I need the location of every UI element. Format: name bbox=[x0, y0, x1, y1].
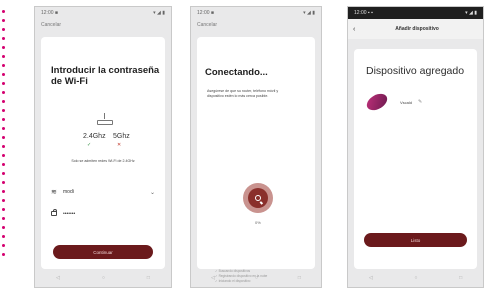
wifi-icon: ≋ bbox=[51, 189, 57, 196]
device-row[interactable]: Vscald ✎ bbox=[363, 90, 422, 114]
recents-nav-icon[interactable]: □ bbox=[298, 275, 301, 281]
home-nav-icon[interactable]: ○ bbox=[255, 275, 258, 281]
cancel-link[interactable]: Cancelar bbox=[191, 19, 321, 33]
back-nav-icon[interactable]: ◁ bbox=[369, 275, 373, 281]
back-arrow-icon[interactable]: ‹ bbox=[353, 26, 369, 33]
continue-button[interactable]: Continuar bbox=[53, 245, 153, 259]
decorative-dots bbox=[2, 10, 6, 280]
system-navbar: ◁ ○ □ bbox=[348, 273, 483, 283]
recents-nav-icon[interactable]: □ bbox=[147, 275, 150, 281]
content-card: Introducir la contraseña de Wi-Fi 2.4Ghz… bbox=[41, 37, 165, 269]
phone-screen-wifi-password: 12:00 ■ ▾ ◢ ▮ Cancelar Introducir la con… bbox=[34, 6, 172, 288]
status-icons: ▾ ◢ ▮ bbox=[303, 10, 315, 16]
band-5ghz-label: 5Ghz bbox=[113, 133, 130, 140]
page-title: Dispositivo agregado bbox=[366, 65, 465, 77]
page-title: Conectando... bbox=[205, 67, 268, 78]
device-name: Vscald bbox=[400, 99, 413, 105]
router-icon bbox=[97, 113, 113, 125]
chevron-down-icon: ⌄ bbox=[149, 189, 155, 196]
proximity-note: Asegúrese de que su router, teléfono móv… bbox=[207, 89, 279, 98]
cross-icon: ✕ bbox=[117, 142, 122, 148]
search-icon bbox=[255, 195, 261, 201]
check-icon: ✓ bbox=[87, 142, 92, 148]
system-navbar: ◁ ○ □ bbox=[35, 273, 171, 283]
home-nav-icon[interactable]: ○ bbox=[102, 275, 105, 281]
app-bar: ‹ Añadir dispositivo bbox=[348, 19, 483, 39]
system-navbar: ◁ ○ □ bbox=[191, 273, 321, 283]
back-nav-icon[interactable]: ◁ bbox=[211, 275, 215, 281]
edit-icon[interactable]: ✎ bbox=[418, 99, 422, 105]
cancel-link[interactable]: Cancelar bbox=[35, 19, 171, 33]
status-icons: ▾ ◢ ▮ bbox=[153, 10, 165, 16]
recents-nav-icon[interactable]: □ bbox=[459, 275, 462, 281]
password-value: ••••••• bbox=[63, 211, 76, 217]
band-24ghz: 2.4Ghz ✓ bbox=[83, 133, 106, 148]
wifi-network-select[interactable]: ≋ modi ⌄ bbox=[51, 185, 155, 199]
wifi-network-value: modi bbox=[63, 189, 74, 195]
progress-percent: 0% bbox=[255, 220, 261, 225]
status-bar: 12:00 ▪ ▪ ▾ ◢ ▮ bbox=[348, 7, 483, 19]
status-bar: 12:00 ■ ▾ ◢ ▮ bbox=[191, 7, 321, 19]
appbar-title: Añadir dispositivo bbox=[395, 26, 439, 32]
done-button[interactable]: Listo bbox=[364, 233, 467, 247]
home-nav-icon[interactable]: ○ bbox=[414, 275, 417, 281]
content-card: Conectando... Asegúrese de que su router… bbox=[197, 37, 315, 283]
page-title: Introducir la contraseña de Wi-Fi bbox=[51, 65, 160, 87]
status-time: 12:00 ▪ ▪ bbox=[354, 10, 373, 16]
wifi-support-note[interactable]: Solo se admiten redes Wi-Fi de 2.4GHz bbox=[55, 159, 151, 163]
band-24ghz-label: 2.4Ghz bbox=[83, 133, 106, 140]
band-5ghz: 5Ghz ✕ bbox=[113, 133, 130, 148]
phone-screen-device-added: 12:00 ▪ ▪ ▾ ◢ ▮ ‹ Añadir dispositivo Dis… bbox=[347, 6, 484, 288]
password-field[interactable]: ••••••• bbox=[51, 207, 155, 221]
lock-icon bbox=[51, 208, 63, 218]
back-nav-icon[interactable]: ◁ bbox=[56, 275, 60, 281]
searching-indicator bbox=[243, 183, 273, 213]
status-time: 12:00 ■ bbox=[197, 10, 214, 16]
device-icon bbox=[363, 90, 391, 114]
status-time: 12:00 ■ bbox=[41, 10, 58, 16]
status-bar: 12:00 ■ ▾ ◢ ▮ bbox=[35, 7, 171, 19]
status-icons: ▾ ◢ ▮ bbox=[465, 10, 477, 16]
phone-screen-connecting: 12:00 ■ ▾ ◢ ▮ Cancelar Conectando... Ase… bbox=[190, 6, 322, 288]
